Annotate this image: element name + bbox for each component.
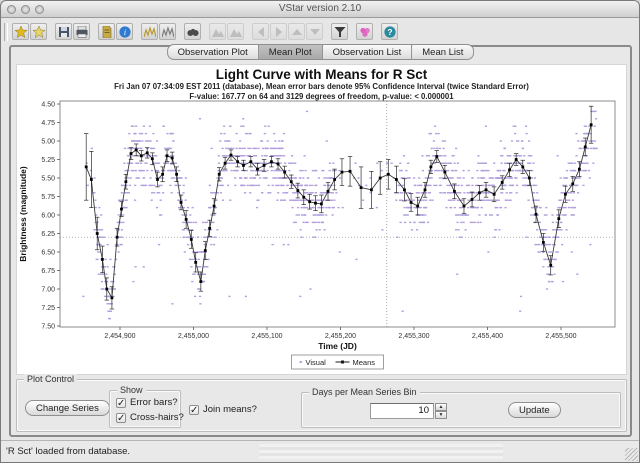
status-filler [259, 444, 503, 459]
legend-label-visual: Visual [306, 358, 327, 367]
plot-area[interactable] [59, 100, 616, 328]
toolbar-handle[interactable] [4, 22, 8, 41]
plot-control-title: Plot Control [24, 374, 78, 384]
status-bar: 'R Sct' loaded from database. [1, 440, 639, 462]
polygon-filter-icon[interactable] [356, 23, 373, 40]
x-tick-label: 2,455,100 [251, 333, 282, 340]
legend-label-means: Means [353, 358, 376, 367]
join-means-checkbox[interactable]: ✓ [189, 404, 199, 415]
print-icon[interactable] [73, 23, 90, 40]
y-tick-label: 7.25 [41, 305, 55, 312]
svg-text:i: i [123, 28, 125, 37]
change-series-button[interactable]: Change Series [25, 400, 110, 416]
save-icon[interactable] [55, 23, 72, 40]
bin-group: Days per Mean Series Bin 10 ▲ ▼ Update [301, 387, 621, 428]
new-star-from-file-icon[interactable] [30, 23, 47, 40]
new-star-from-database-icon[interactable] [12, 23, 29, 40]
details-icon[interactable]: i [116, 23, 133, 40]
tab-mean-plot[interactable]: Mean Plot [258, 44, 323, 60]
join-means-label: Join means? [203, 404, 257, 415]
toolbar: i? [1, 19, 639, 44]
help-icon[interactable]: ? [381, 23, 398, 40]
cross-hairs-checkbox[interactable]: ✓ [116, 412, 126, 423]
x-tick-label: 2,455,200 [325, 333, 356, 340]
raw-plot-icon[interactable] [141, 23, 158, 40]
y-tick-label: 4.75 [41, 120, 55, 127]
show-group: Show ✓ Error bars? ✓ Cross-hairs? [109, 385, 184, 428]
spinner-up-button[interactable]: ▲ [435, 403, 447, 411]
bin-group-title: Days per Mean Series Bin [309, 387, 420, 397]
zoom-in-icon [209, 23, 226, 40]
x-tick-label: 2,455,500 [545, 333, 576, 340]
phase-plot-icon[interactable] [159, 23, 176, 40]
y-tick-label: 4.50 [41, 101, 55, 108]
y-tick-label: 5.25 [41, 157, 55, 164]
y-tick-label: 5.50 [41, 175, 55, 182]
show-group-title: Show [117, 385, 146, 395]
update-button[interactable]: Update [508, 402, 561, 418]
y-tick-label: 6.00 [41, 212, 55, 219]
y-tick-label: 7.50 [41, 323, 55, 330]
titlebar[interactable]: VStar version 2.10 [1, 1, 639, 18]
find-icon[interactable] [184, 23, 201, 40]
tab-mean-list[interactable]: Mean List [412, 44, 475, 60]
x-tick-label: 2,454,900 [104, 333, 135, 340]
tab-observation-list[interactable]: Observation List [322, 44, 413, 60]
x-axis-label: Time (JD) [318, 341, 357, 351]
y-axis-label: Brightness (magnitude) [18, 166, 28, 262]
y-tick-label: 7.00 [41, 286, 55, 293]
pan-right-icon [270, 23, 287, 40]
filter-icon[interactable] [331, 23, 348, 40]
content-panel: Observation Plot Mean Plot Observation Lis… [9, 44, 632, 437]
y-tick-label: 5.00 [41, 138, 55, 145]
y-tick-label: 6.50 [41, 249, 55, 256]
chart-title: Light Curve with Means for R Sct [215, 67, 428, 82]
resize-grip[interactable] [625, 448, 638, 461]
x-tick-label: 2,455,400 [472, 333, 503, 340]
y-tick-label: 5.75 [41, 194, 55, 201]
tab-bar: Observation Plot Mean Plot Observation Lis… [166, 44, 475, 60]
plot-control-group: Plot Control Change Series Show ✓ Error … [16, 374, 627, 432]
x-tick-label: 2,455,300 [398, 333, 429, 340]
y-tick-label: 6.75 [41, 268, 55, 275]
bin-value-field[interactable]: 10 [370, 403, 434, 419]
tab-observation-plot[interactable]: Observation Plot [166, 44, 259, 60]
status-message: 'R Sct' loaded from database. [6, 446, 131, 457]
y-tick-label: 6.25 [41, 231, 55, 238]
svg-text:?: ? [387, 27, 392, 37]
cross-hairs-label: Cross-hairs? [130, 412, 184, 423]
error-bars-checkbox[interactable]: ✓ [116, 397, 126, 408]
chart-panel: Light Curve with Means for R Sct Fri Jan… [16, 64, 627, 375]
pan-left-icon [252, 23, 269, 40]
vstar-window: VStar version 2.10 i? Observation Plot Me… [0, 0, 640, 463]
zoom-out-icon [227, 23, 244, 40]
observation-info-icon[interactable] [98, 23, 115, 40]
spinner-down-button[interactable]: ▼ [435, 411, 447, 419]
pan-up-icon [288, 23, 305, 40]
bin-spinner: ▲ ▼ [435, 403, 447, 419]
light-curve-plot[interactable]: 4.50 4.75 5.00 5.25 5.50 5.75 6.00 6.25 6.50 6.75… [17, 98, 628, 375]
window-title: VStar version 2.10 [278, 3, 362, 14]
chart-subtitle-1: Fri Jan 07 07:34:09 EST 2011 (database),… [114, 82, 529, 91]
x-tick-label: 2,455,000 [178, 333, 209, 340]
error-bars-label: Error bars? [130, 397, 178, 408]
pan-down-icon [306, 23, 323, 40]
